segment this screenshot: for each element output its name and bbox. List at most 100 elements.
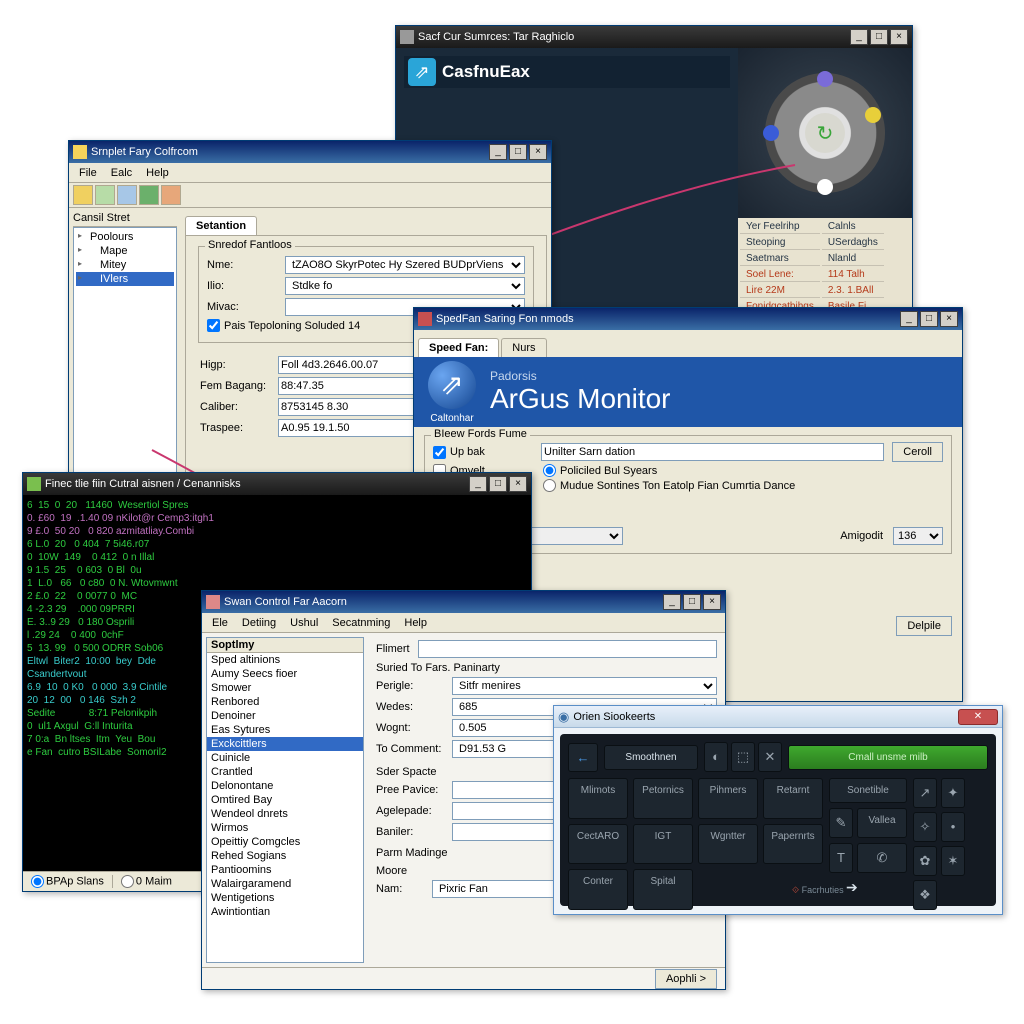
- minimize-button[interactable]: _: [900, 311, 918, 327]
- minimize-button[interactable]: _: [850, 29, 868, 45]
- list-item[interactable]: Wentigetions: [207, 891, 363, 905]
- list-item[interactable]: Cuinicle: [207, 751, 363, 765]
- back-button[interactable]: ←: [568, 743, 598, 772]
- minimize-button[interactable]: _: [469, 476, 487, 492]
- grid-button[interactable]: IGT: [633, 824, 693, 865]
- minimize-button[interactable]: _: [663, 594, 681, 610]
- menu-detiing[interactable]: Detiing: [236, 615, 282, 631]
- tree-node[interactable]: Mape: [76, 244, 174, 258]
- enroll-button[interactable]: Ceroll: [892, 442, 943, 462]
- r-mud[interactable]: [543, 479, 556, 492]
- vallea-button[interactable]: Vallea: [857, 808, 907, 838]
- close-button[interactable]: ✕: [958, 709, 998, 725]
- orien-titlebar[interactable]: ◉ Orien Siookeerts ✕: [554, 706, 1002, 728]
- side-icon[interactable]: ✶: [941, 846, 965, 876]
- field-select[interactable]: Sitfr menires: [452, 677, 717, 695]
- grid-button[interactable]: Petornics: [633, 778, 693, 819]
- list-item[interactable]: Aumy Seecs fioer: [207, 667, 363, 681]
- tab-setantion[interactable]: Setantion: [185, 216, 257, 235]
- grid-button[interactable]: Wgntter: [698, 824, 758, 865]
- list-item[interactable]: Omtired Bay: [207, 793, 363, 807]
- tab-speedfan[interactable]: Speed Fan:: [418, 338, 499, 357]
- maximize-button[interactable]: □: [489, 476, 507, 492]
- side-icon[interactable]: •: [941, 812, 965, 842]
- list-item[interactable]: Delonontane: [207, 779, 363, 793]
- list-item[interactable]: Eas Sytures: [207, 723, 363, 737]
- snplet-menubar[interactable]: FileEalcHelp: [69, 163, 551, 183]
- tab-nurs[interactable]: Nurs: [501, 338, 546, 357]
- grid-button[interactable]: Mlimots: [568, 778, 628, 819]
- list-item[interactable]: Renbored: [207, 695, 363, 709]
- tool-icon[interactable]: ⬚: [731, 742, 755, 772]
- menu-ealc[interactable]: Ealc: [105, 165, 138, 181]
- menu-help[interactable]: Help: [140, 165, 175, 181]
- ilio-select[interactable]: Stdke fo: [285, 277, 525, 295]
- maximize-button[interactable]: □: [870, 29, 888, 45]
- maximize-button[interactable]: □: [683, 594, 701, 610]
- close-button[interactable]: ×: [529, 144, 547, 160]
- tool-save-icon[interactable]: [95, 185, 115, 205]
- menu-help[interactable]: Help: [398, 615, 433, 631]
- up-input[interactable]: [541, 443, 884, 461]
- list-item[interactable]: Crantled: [207, 765, 363, 779]
- status-pane-2[interactable]: 0 Maim: [113, 875, 180, 888]
- tool-icon[interactable]: ✕: [758, 742, 782, 772]
- minimize-button[interactable]: _: [489, 144, 507, 160]
- list-item[interactable]: Rehed Sogians: [207, 849, 363, 863]
- maximize-button[interactable]: □: [509, 144, 527, 160]
- tool-gear-icon[interactable]: [161, 185, 181, 205]
- side-icon[interactable]: ✧: [913, 812, 937, 842]
- tree-node[interactable]: IVlers: [76, 272, 174, 286]
- list-item[interactable]: Wirmos: [207, 821, 363, 835]
- tool-icon[interactable]: ◐: [704, 742, 728, 772]
- casfnu-titlebar[interactable]: Sacf Cur Sumrces: Tar Raghiclo _ □ ×: [396, 26, 912, 48]
- apply-button[interactable]: Aophli >: [655, 969, 717, 989]
- list-item[interactable]: Opeittiy Comgcles: [207, 835, 363, 849]
- list-item[interactable]: Awintiontian: [207, 905, 363, 919]
- snplet-toolbar[interactable]: [69, 183, 551, 208]
- menu-ele[interactable]: Ele: [206, 615, 234, 631]
- tool-refresh-icon[interactable]: [139, 185, 159, 205]
- r-pol[interactable]: [543, 464, 556, 477]
- close-button[interactable]: ×: [703, 594, 721, 610]
- tool-doc-icon[interactable]: [117, 185, 137, 205]
- status-pane-1[interactable]: BPAp Slans: [23, 875, 113, 888]
- swan-listbox[interactable]: SoptlmySped altinionsAumy Seecs fioerSmo…: [206, 637, 364, 963]
- side-icon[interactable]: ↗: [913, 778, 937, 808]
- grid-button[interactable]: Pihmers: [698, 778, 758, 819]
- amig-select[interactable]: 136: [893, 527, 943, 545]
- flimert-input[interactable]: [418, 640, 717, 658]
- grid-button[interactable]: Spital: [633, 869, 693, 910]
- phone-icon[interactable]: ✆: [857, 843, 907, 873]
- list-item[interactable]: Wendeol dnrets: [207, 807, 363, 821]
- grid-button[interactable]: Retarnt: [763, 778, 823, 819]
- arrow-right-icon[interactable]: ➔: [846, 879, 858, 896]
- tree[interactable]: PooloursMapeMiteyIVlers: [73, 227, 177, 479]
- menu-file[interactable]: File: [73, 165, 103, 181]
- tree-node[interactable]: Mitey: [76, 258, 174, 272]
- snplet-titlebar[interactable]: Srnplet Fary Colfrcom _ □ ×: [69, 141, 551, 163]
- tool-open-icon[interactable]: [73, 185, 93, 205]
- close-button[interactable]: ×: [509, 476, 527, 492]
- side-icon[interactable]: ✦: [941, 778, 965, 808]
- tree-node[interactable]: Poolours: [76, 230, 174, 244]
- list-item[interactable]: Pantioomins: [207, 863, 363, 877]
- term-titlebar[interactable]: Finec tlie fiin Cutral aisnen / Cenannis…: [23, 473, 531, 495]
- sonc-button[interactable]: Sonetible: [829, 778, 907, 803]
- chk-upbak[interactable]: [433, 446, 446, 459]
- delete-button[interactable]: Delpile: [896, 616, 952, 636]
- swan-titlebar[interactable]: Swan Control Far Aacorn _ □ ×: [202, 591, 725, 613]
- grid-button[interactable]: Conter: [568, 869, 628, 910]
- menu-ushul[interactable]: Ushul: [284, 615, 324, 631]
- side-icon[interactable]: ✿: [913, 846, 937, 876]
- green-button[interactable]: Cmall unsme milb: [788, 745, 988, 770]
- t-icon[interactable]: T: [829, 843, 853, 873]
- grid-button[interactable]: Papernrts: [763, 824, 823, 865]
- list-item[interactable]: Sped altinions: [207, 653, 363, 667]
- chk-pais[interactable]: [207, 319, 220, 332]
- dial-gauge[interactable]: ↻: [765, 73, 885, 193]
- close-button[interactable]: ×: [940, 311, 958, 327]
- side-icon[interactable]: ❖: [913, 880, 937, 910]
- list-item[interactable]: Smower: [207, 681, 363, 695]
- swan-menubar[interactable]: EleDetiingUshulSecatnmingHelp: [202, 613, 725, 633]
